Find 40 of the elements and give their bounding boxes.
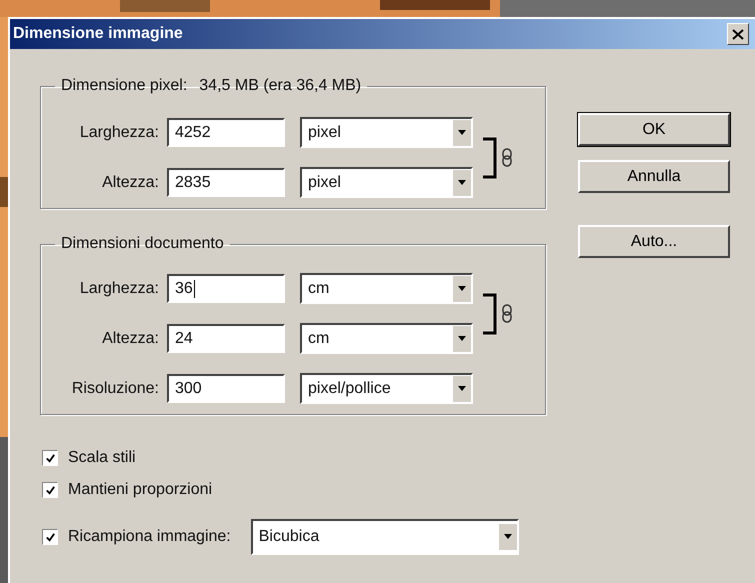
close-icon: [732, 28, 744, 40]
group-title: Dimensione pixel:: [61, 77, 188, 95]
resample-dropdown[interactable]: Bicubica: [250, 519, 519, 555]
unit-dropdown[interactable]: cm: [300, 323, 473, 354]
checkbox[interactable]: [42, 529, 58, 545]
field-label: Altezza:: [101, 174, 159, 192]
input-field[interactable]: 24: [167, 324, 285, 353]
checkbox[interactable]: [42, 482, 58, 498]
input-field[interactable]: 2835: [167, 168, 285, 197]
checkbox-label[interactable]: Ricampiona immagine:: [68, 528, 231, 546]
check-icon: [44, 452, 56, 464]
dropdown-arrow-icon: [498, 524, 517, 550]
check-icon: [44, 532, 56, 542]
close-button[interactable]: [727, 23, 749, 45]
input-field[interactable]: 300: [167, 374, 285, 403]
dropdown-arrow-icon: [452, 376, 471, 402]
checkbox[interactable]: [42, 450, 58, 466]
window-title: Dimensione immagine: [13, 25, 183, 43]
dropdown-arrow-icon: [452, 276, 471, 302]
dropdown-arrow-icon: [452, 120, 471, 146]
input-field[interactable]: 36: [167, 274, 285, 303]
group-title: Dimensioni documento: [61, 235, 224, 253]
check-icon: [44, 484, 56, 496]
pixel-size-text: 34,5 MB (era 36,4 MB): [199, 77, 362, 95]
dropdown-arrow-icon: [452, 170, 471, 196]
input-field[interactable]: 4252: [167, 118, 285, 147]
dialog-button[interactable]: Annulla: [578, 160, 730, 193]
field-label: Larghezza:: [78, 124, 159, 142]
field-label: Altezza:: [101, 330, 159, 348]
dialog-button[interactable]: OK: [578, 113, 730, 146]
field-label: Risoluzione:: [70, 380, 159, 398]
unit-dropdown[interactable]: pixel: [300, 117, 473, 148]
dialog-button[interactable]: Auto...: [578, 225, 730, 258]
dropdown-arrow-icon: [452, 326, 471, 352]
unit-dropdown[interactable]: cm: [300, 273, 473, 304]
unit-dropdown[interactable]: pixel: [300, 167, 473, 198]
checkbox-label[interactable]: Scala stili: [68, 449, 136, 467]
unit-dropdown[interactable]: pixel/pollice: [300, 373, 473, 404]
field-label: Larghezza:: [78, 280, 159, 298]
checkbox-label[interactable]: Mantieni proporzioni: [68, 481, 212, 499]
